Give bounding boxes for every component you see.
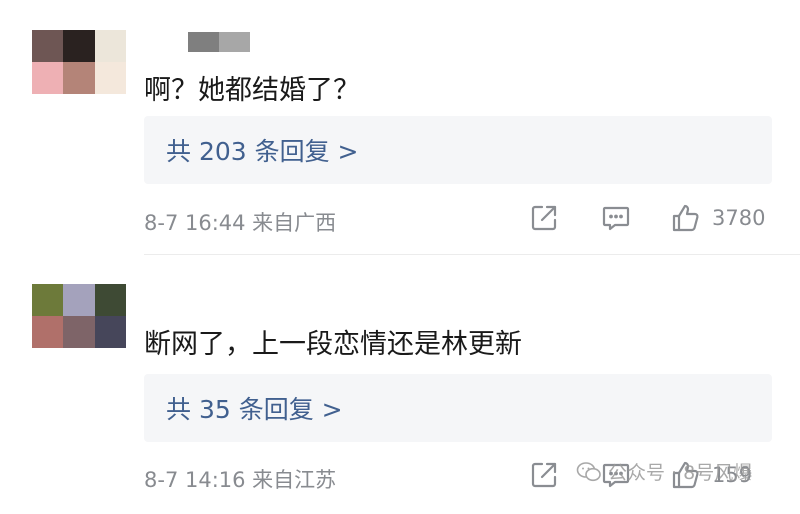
share-icon: [531, 205, 557, 231]
replies-button[interactable]: 共 35 条回复 >: [144, 374, 772, 442]
avatar[interactable]: [32, 284, 126, 348]
share-icon: [531, 462, 557, 488]
avatar-pixel: [32, 30, 64, 62]
comment-meta: 8-7 16:44 来自广西: [144, 211, 337, 235]
avatar-pixel: [63, 62, 95, 94]
comment-meta: 8-7 14:16 来自江苏: [144, 468, 337, 492]
thumbs-up-icon: [672, 204, 699, 232]
watermark: 公众号 · 8号风爆: [576, 458, 752, 485]
username-blurred[interactable]: [188, 32, 250, 52]
like-button[interactable]: 3780: [670, 202, 765, 234]
avatar-pixel: [63, 30, 95, 62]
comment-text: 啊？她都结婚了？: [144, 75, 360, 106]
comment-icon: [602, 206, 630, 231]
comment-text: 断网了，上一段恋情还是林更新: [144, 329, 522, 360]
comment-item: 啊？她都结婚了？ 共 203 条回复 > 8-7 16:44 来自广西 3780: [0, 0, 800, 256]
replies-button[interactable]: 共 203 条回复 >: [144, 116, 772, 184]
share-button[interactable]: [528, 202, 560, 234]
avatar-pixel: [32, 62, 64, 94]
like-count: 3780: [712, 206, 766, 230]
comment-button[interactable]: [560, 202, 632, 234]
wechat-icon: [576, 461, 601, 481]
watermark-text: 公众号 · 8号风爆: [608, 462, 753, 484]
avatar-pixel: [94, 284, 126, 316]
avatar-pixel: [63, 284, 95, 316]
avatar-pixel: [32, 316, 64, 348]
avatar[interactable]: [32, 30, 126, 94]
avatar-pixel: [94, 316, 126, 348]
comment-actions: 3780: [528, 202, 765, 234]
avatar-pixel: [63, 316, 95, 348]
avatar-pixel: [94, 30, 126, 62]
avatar-pixel: [32, 284, 64, 316]
avatar-pixel: [94, 62, 126, 94]
divider: [144, 254, 800, 255]
share-button[interactable]: [528, 459, 560, 491]
